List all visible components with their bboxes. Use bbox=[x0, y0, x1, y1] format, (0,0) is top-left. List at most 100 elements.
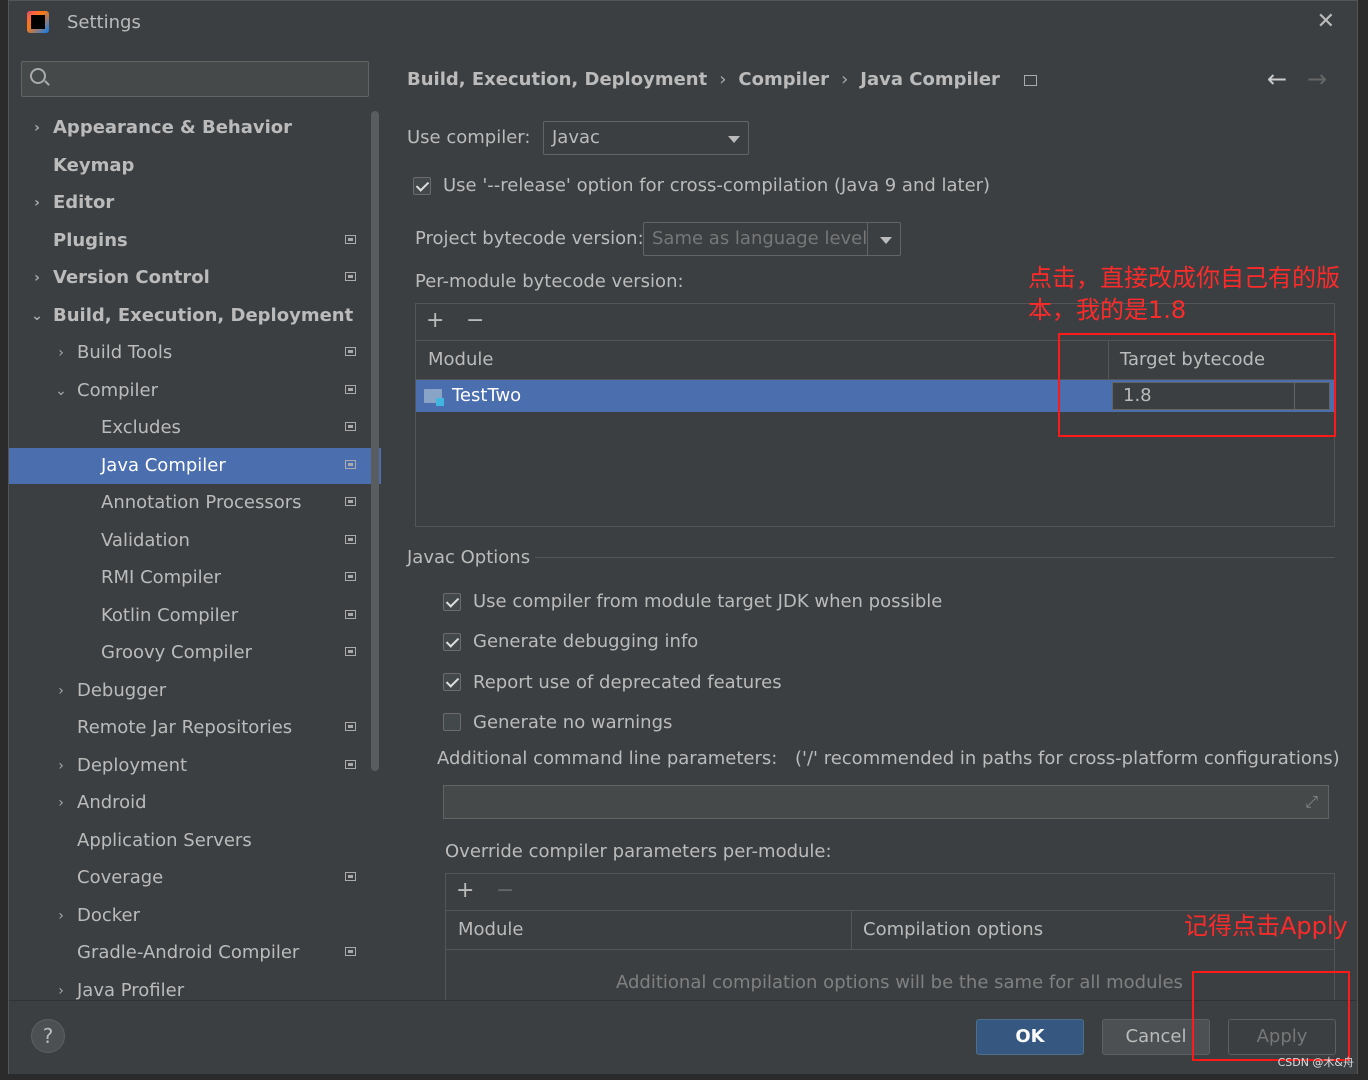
chevron-right-icon[interactable]: › bbox=[53, 748, 69, 784]
remove-module-button[interactable]: − bbox=[466, 308, 484, 333]
sidebar-item-label: Version Control bbox=[53, 267, 210, 288]
sidebar-item-version-control[interactable]: › Version Control bbox=[9, 260, 381, 296]
sidebar-scrollbar[interactable] bbox=[371, 111, 379, 771]
window-title: Settings bbox=[67, 12, 141, 33]
breadcrumb-separator: › bbox=[719, 69, 727, 90]
module-icon-badge bbox=[436, 398, 444, 406]
sidebar-item-build-tools[interactable]: › Build Tools bbox=[9, 335, 381, 371]
add-override-button[interactable]: + bbox=[456, 878, 474, 903]
project-scope-icon bbox=[345, 422, 356, 431]
sidebar-item-deployment[interactable]: › Deployment bbox=[9, 748, 381, 784]
sidebar-item-rmi-compiler[interactable]: RMI Compiler bbox=[9, 560, 381, 596]
sidebar-item-plugins[interactable]: Plugins bbox=[9, 223, 381, 259]
chevron-right-icon[interactable]: › bbox=[53, 785, 69, 821]
project-bytecode-select[interactable]: Same as language level bbox=[643, 222, 901, 256]
release-option-checkbox[interactable] bbox=[413, 177, 431, 195]
sidebar-item-excludes[interactable]: Excludes bbox=[9, 410, 381, 446]
chevron-right-icon[interactable]: › bbox=[29, 185, 45, 221]
settings-dialog: Settings ✕ › Appearance & Behavior Keymap ›… bbox=[8, 0, 1358, 1074]
sidebar-item-build-execution-deployment[interactable]: ⌄ Build, Execution, Deployment bbox=[9, 298, 381, 334]
sidebar-item-docker[interactable]: › Docker bbox=[9, 898, 381, 934]
chevron-right-icon[interactable]: › bbox=[53, 335, 69, 371]
breadcrumb-item: Compiler bbox=[738, 69, 830, 90]
debugging-info-label: Generate debugging info bbox=[473, 631, 699, 652]
override-column-options: Compilation options bbox=[863, 919, 1044, 940]
per-module-label: Per-module bytecode version: bbox=[415, 271, 684, 292]
chevron-right-icon[interactable]: › bbox=[53, 973, 69, 1001]
chevron-down-icon[interactable]: ⌄ bbox=[53, 373, 69, 409]
use-module-jdk-checkbox[interactable] bbox=[443, 593, 461, 611]
sidebar-item-remote-jar-repositories[interactable]: Remote Jar Repositories bbox=[9, 710, 381, 746]
add-module-button[interactable]: + bbox=[426, 308, 444, 333]
sidebar-item-label: Coverage bbox=[77, 867, 164, 888]
sidebar-item-label: Java Profiler bbox=[77, 979, 185, 1001]
sidebar-item-label: Gradle-Android Compiler bbox=[77, 942, 300, 963]
java-compiler-panel: Build, Execution, Deployment › Compiler › Ja… bbox=[381, 45, 1357, 1000]
javac-options-title: Javac Options bbox=[407, 547, 531, 568]
sidebar-item-label: Annotation Processors bbox=[101, 492, 302, 513]
close-icon[interactable]: ✕ bbox=[1317, 9, 1335, 34]
sidebar-item-label: Debugger bbox=[77, 679, 167, 701]
sidebar-item-validation[interactable]: Validation bbox=[9, 523, 381, 559]
annotation-box-version bbox=[1058, 333, 1336, 437]
sidebar-item-label: Remote Jar Repositories bbox=[77, 717, 293, 738]
sidebar-item-label: Deployment bbox=[77, 754, 188, 776]
sidebar-item-annotation-processors[interactable]: Annotation Processors bbox=[9, 485, 381, 521]
project-scope-icon bbox=[345, 384, 356, 394]
search-icon bbox=[30, 68, 46, 84]
forward-arrow-icon[interactable]: → bbox=[1307, 65, 1327, 93]
no-warnings-label: Generate no warnings bbox=[473, 712, 673, 733]
remove-override-button: − bbox=[496, 878, 515, 903]
sidebar-item-appearance-behavior[interactable]: › Appearance & Behavior bbox=[9, 110, 381, 146]
cmdline-label: Additional command line parameters: bbox=[437, 748, 778, 769]
annotation-note-apply: 记得点击Apply bbox=[1184, 912, 1348, 940]
search-input[interactable] bbox=[21, 61, 369, 97]
project-scope-icon bbox=[345, 647, 356, 656]
sidebar-item-gradle-android-compiler[interactable]: Gradle-Android Compiler bbox=[9, 935, 381, 971]
no-warnings-checkbox[interactable] bbox=[443, 713, 461, 731]
sidebar-item-label: Android bbox=[77, 792, 147, 813]
deprecated-features-label: Report use of deprecated features bbox=[473, 672, 782, 693]
sidebar-item-compiler[interactable]: ⌄ Compiler bbox=[9, 373, 381, 409]
chevron-right-icon[interactable]: › bbox=[53, 898, 69, 934]
chevron-right-icon[interactable]: › bbox=[29, 260, 45, 296]
sidebar-item-label: Docker bbox=[77, 904, 141, 926]
project-scope-icon bbox=[345, 759, 356, 769]
debugging-info-checkbox[interactable] bbox=[443, 633, 461, 651]
compiler-select[interactable]: Javac bbox=[543, 121, 749, 155]
project-scope-icon bbox=[345, 872, 356, 881]
breadcrumb-item: Build, Execution, Deployment bbox=[407, 69, 708, 90]
sidebar-item-android[interactable]: › Android bbox=[9, 785, 381, 821]
project-bytecode-label: Project bytecode version: bbox=[415, 228, 644, 249]
sidebar-item-kotlin-compiler[interactable]: Kotlin Compiler bbox=[9, 598, 381, 634]
sidebar-item-java-profiler[interactable]: › Java Profiler bbox=[9, 973, 381, 1001]
release-option-label: Use '--release' option for cross-compila… bbox=[443, 175, 991, 196]
sidebar-item-label: Build, Execution, Deployment bbox=[53, 304, 354, 326]
sidebar-item-editor[interactable]: › Editor bbox=[9, 185, 381, 221]
sidebar-item-groovy-compiler[interactable]: Groovy Compiler bbox=[9, 635, 381, 671]
ok-button[interactable]: OK bbox=[976, 1019, 1084, 1055]
sidebar-item-label: Kotlin Compiler bbox=[101, 604, 239, 626]
sidebar-item-label: Validation bbox=[101, 529, 190, 551]
sidebar-item-label: Plugins bbox=[53, 229, 128, 251]
expand-icon[interactable]: ⤢ bbox=[1305, 792, 1318, 812]
deprecated-features-checkbox[interactable] bbox=[443, 673, 461, 691]
sidebar-item-label: Build Tools bbox=[77, 342, 173, 363]
back-arrow-icon[interactable]: ← bbox=[1267, 65, 1287, 93]
sidebar-item-java-compiler[interactable]: Java Compiler bbox=[9, 447, 381, 484]
chevron-right-icon[interactable]: › bbox=[53, 673, 69, 709]
sidebar-item-label: Keymap bbox=[53, 154, 135, 176]
chevron-down-icon[interactable]: ⌄ bbox=[29, 298, 45, 334]
annotation-note-version: 点击，直接改成你自己有的版本，我的是1.8 bbox=[1028, 264, 1340, 324]
sidebar-item-application-servers[interactable]: Application Servers bbox=[9, 823, 381, 859]
chevron-right-icon[interactable]: › bbox=[29, 110, 45, 146]
sidebar-item-label: Excludes bbox=[101, 417, 181, 438]
sidebar-item-label: RMI Compiler bbox=[101, 567, 222, 588]
sidebar-item-label: Appearance & Behavior bbox=[53, 117, 293, 138]
section-divider bbox=[535, 557, 1335, 558]
sidebar-item-coverage[interactable]: Coverage bbox=[9, 860, 381, 896]
sidebar-item-keymap[interactable]: Keymap bbox=[9, 148, 381, 184]
cmdline-input[interactable]: ⤢ bbox=[443, 785, 1329, 819]
help-button[interactable]: ? bbox=[31, 1019, 65, 1053]
sidebar-item-debugger[interactable]: › Debugger bbox=[9, 673, 381, 709]
